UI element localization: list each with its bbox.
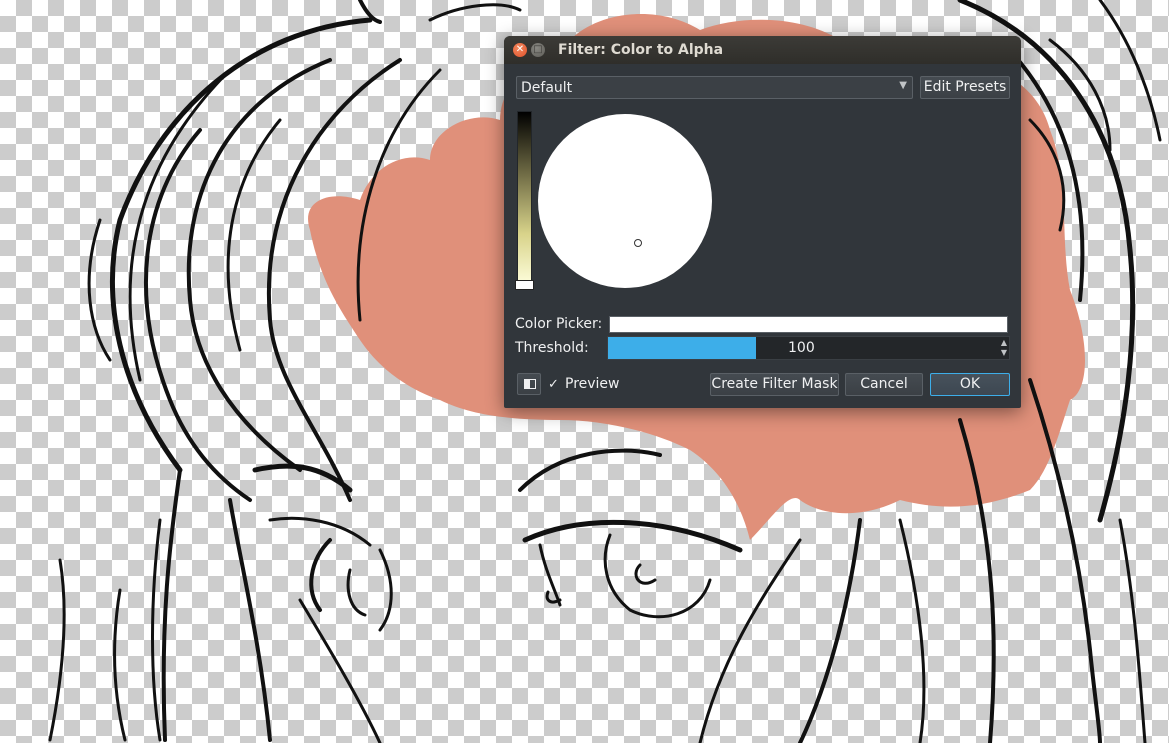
- preset-dropdown[interactable]: Default ▼: [516, 76, 913, 99]
- threshold-slider-fill: [608, 337, 757, 359]
- edit-presets-label: Edit Presets: [923, 79, 1007, 95]
- dialog-titlebar[interactable]: ✕ □ Filter: Color to Alpha: [504, 36, 1021, 64]
- color-picker-swatch[interactable]: [609, 316, 1008, 333]
- edit-presets-button[interactable]: Edit Presets: [920, 76, 1010, 99]
- preview-label[interactable]: Preview: [565, 376, 620, 392]
- cancel-label: Cancel: [860, 376, 908, 392]
- spin-down-icon[interactable]: ▼: [1001, 348, 1007, 357]
- preview-checkbox[interactable]: ✓: [548, 377, 559, 392]
- value-slider-handle[interactable]: [515, 280, 534, 290]
- maximize-icon[interactable]: □: [531, 43, 545, 57]
- color-picker-label: Color Picker:: [515, 316, 603, 332]
- value-slider[interactable]: [517, 111, 532, 287]
- color-wheel[interactable]: [538, 114, 712, 288]
- cancel-button[interactable]: Cancel: [845, 373, 923, 396]
- split-view-icon: [524, 379, 536, 389]
- threshold-value: 100: [788, 340, 815, 356]
- threshold-label: Threshold:: [515, 340, 589, 356]
- dialog-title: Filter: Color to Alpha: [558, 42, 724, 58]
- ok-label: OK: [959, 376, 981, 392]
- close-icon[interactable]: ✕: [513, 43, 527, 57]
- spin-up-icon[interactable]: ▲: [1001, 338, 1007, 347]
- create-filter-mask-label: Create Filter Mask: [711, 376, 838, 392]
- chevron-down-icon: ▼: [899, 80, 907, 91]
- ok-button[interactable]: OK: [930, 373, 1010, 396]
- split-preview-button[interactable]: [517, 373, 541, 395]
- create-filter-mask-button[interactable]: Create Filter Mask: [710, 373, 839, 396]
- color-to-alpha-dialog: ✕ □ Filter: Color to Alpha Default ▼ Edi…: [504, 36, 1021, 408]
- threshold-slider[interactable]: 100 ▲ ▼: [607, 336, 1010, 360]
- preset-selected-value: Default: [521, 80, 573, 96]
- color-wheel-cursor[interactable]: [634, 239, 642, 247]
